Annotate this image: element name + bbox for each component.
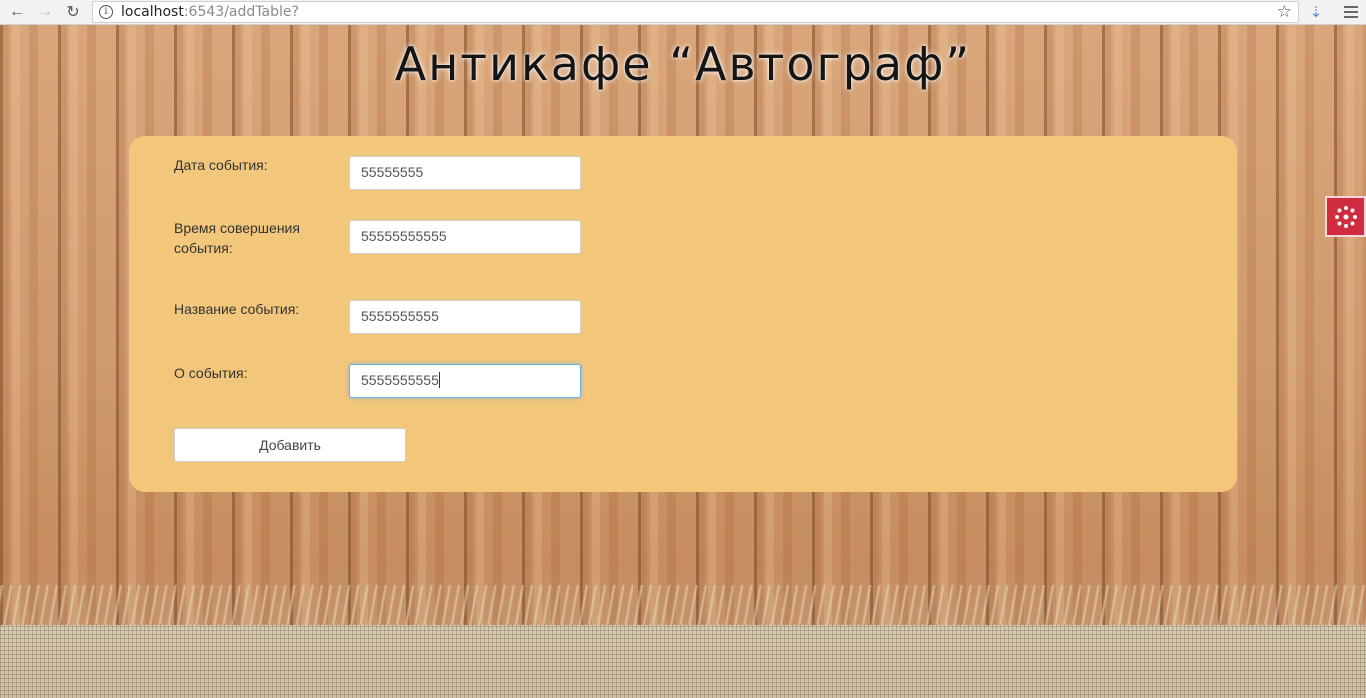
address-bar[interactable]: i localhost:6543/addTable? ☆ (92, 1, 1299, 23)
extension-button[interactable] (1325, 196, 1366, 237)
name-label: Название события: (174, 301, 300, 317)
browser-toolbar: ← → ↻ i localhost:6543/addTable? ☆ ⇣ (0, 0, 1366, 25)
back-button[interactable]: ← (6, 2, 28, 22)
arrow-right-icon: → (37, 3, 53, 20)
star-icon[interactable]: ☆ (1277, 2, 1292, 22)
url-text[interactable]: localhost:6543/addTable? (121, 4, 299, 20)
about-input-value: 5555555555 (361, 372, 439, 388)
time-input[interactable]: 55555555555 (349, 220, 581, 254)
add-event-form: Дата события: 55555555 Время совершения … (129, 136, 1237, 492)
date-label: Дата события: (174, 157, 268, 173)
time-label: Время совершения события: (174, 220, 300, 256)
info-icon[interactable]: i (99, 5, 113, 19)
url-host: localhost (121, 4, 184, 20)
burlap-decoration (0, 625, 1366, 698)
text-caret (438, 372, 440, 388)
add-button[interactable]: Добавить (174, 428, 406, 462)
forward-button[interactable]: → (34, 2, 56, 22)
about-input[interactable]: 5555555555 (349, 364, 581, 398)
reload-icon: ↻ (66, 4, 80, 21)
menu-icon[interactable] (1341, 3, 1361, 21)
about-label: О события: (174, 365, 248, 381)
site-title: Антикафе “Автограф” (394, 37, 972, 91)
download-icon[interactable]: ⇣ (1306, 2, 1326, 22)
reload-button[interactable]: ↻ (62, 2, 84, 22)
dots-circle-icon (1334, 205, 1357, 228)
date-input[interactable]: 55555555 (349, 156, 581, 190)
arrow-left-icon: ← (9, 3, 25, 20)
name-input[interactable]: 5555555555 (349, 300, 581, 334)
url-path: :6543/addTable? (183, 4, 299, 20)
